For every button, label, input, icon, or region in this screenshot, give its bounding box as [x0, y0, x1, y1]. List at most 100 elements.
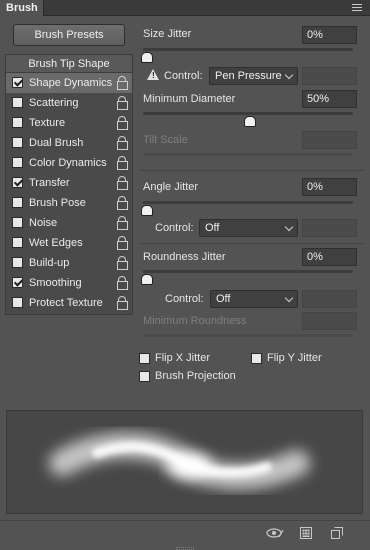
- lock-icon[interactable]: [117, 96, 128, 110]
- sidebar-item-dual-brush[interactable]: Dual Brush: [6, 133, 132, 153]
- new-preset-icon[interactable]: [331, 527, 343, 539]
- sidebar-item-label: Protect Texture: [29, 297, 103, 309]
- roundness-jitter-label: Roundness Jitter: [143, 251, 226, 263]
- tilt-scale-label: Tilt Scale: [143, 134, 188, 146]
- tilt-scale-field: [302, 131, 357, 149]
- sidebar-checkbox[interactable]: [12, 297, 23, 308]
- angle-control-value: Off: [205, 222, 220, 234]
- lock-icon[interactable]: [117, 236, 128, 250]
- min-roundness-label: Minimum Roundness: [143, 315, 247, 327]
- roundness-jitter-slider[interactable]: [143, 270, 353, 273]
- panel-footer: [0, 520, 370, 550]
- min-diameter-field[interactable]: 50%: [302, 90, 357, 108]
- grid-icon[interactable]: [300, 527, 312, 539]
- brush-presets-button[interactable]: Brush Presets: [13, 24, 125, 46]
- min-diameter-label: Minimum Diameter: [143, 93, 236, 105]
- sidebar-item-label: Scattering: [29, 97, 79, 109]
- min-roundness-slider: [143, 334, 353, 337]
- brush-stroke-preview: [6, 410, 363, 514]
- size-control-label: Control:: [164, 70, 203, 82]
- size-jitter-field[interactable]: 0%: [302, 26, 357, 44]
- lock-icon[interactable]: [117, 216, 128, 230]
- lock-icon[interactable]: [117, 276, 128, 290]
- divider: [140, 243, 364, 244]
- angle-control-select[interactable]: Off: [199, 219, 298, 237]
- lock-icon[interactable]: [117, 76, 128, 90]
- flip-y-label: Flip Y Jitter: [267, 352, 322, 364]
- sidebar-checkbox[interactable]: [12, 277, 23, 288]
- roundness-control-label: Control:: [165, 293, 204, 305]
- panel-title: Brush: [6, 2, 38, 14]
- flip-y-checkbox[interactable]: [251, 353, 262, 364]
- angle-control-extra-field: [302, 219, 357, 237]
- lock-icon[interactable]: [117, 176, 128, 190]
- roundness-control-value: Off: [216, 293, 231, 305]
- tilt-scale-slider: [143, 153, 353, 156]
- lock-icon[interactable]: [117, 156, 128, 170]
- panel-menu-icon[interactable]: [352, 4, 362, 12]
- sidebar-item-brush-tip-shape[interactable]: Brush Tip Shape: [6, 55, 132, 73]
- lock-icon[interactable]: [117, 296, 128, 310]
- lock-icon[interactable]: [117, 116, 128, 130]
- sidebar-checkbox[interactable]: [12, 97, 23, 108]
- sidebar-checkbox[interactable]: [12, 197, 23, 208]
- sidebar-item-label: Color Dynamics: [29, 157, 107, 169]
- roundness-control-select[interactable]: Off: [210, 290, 298, 308]
- sidebar-checkbox[interactable]: [12, 177, 23, 188]
- eye-toggle-icon[interactable]: [266, 527, 284, 539]
- sidebar-item-scattering[interactable]: Scattering: [6, 93, 132, 113]
- tab-brush[interactable]: Brush: [0, 0, 44, 16]
- size-control-select[interactable]: Pen Pressure: [209, 67, 298, 85]
- sidebar-checkbox[interactable]: [12, 257, 23, 268]
- sidebar-item-texture[interactable]: Texture: [6, 113, 132, 133]
- sidebar-item-shape-dynamics[interactable]: Shape Dynamics: [6, 73, 132, 93]
- sidebar-checkbox[interactable]: [12, 217, 23, 228]
- flip-x-label: Flip X Jitter: [155, 352, 211, 364]
- angle-jitter-field[interactable]: 0%: [302, 178, 357, 196]
- size-control-value: Pen Pressure: [215, 70, 282, 82]
- sidebar: Brush Tip Shape Shape Dynamics Scattering…: [5, 54, 133, 315]
- lock-icon[interactable]: [117, 196, 128, 210]
- sidebar-item-protect-texture[interactable]: Protect Texture: [6, 293, 132, 313]
- min-roundness-field: [302, 312, 357, 330]
- lock-icon[interactable]: [117, 256, 128, 270]
- sidebar-item-label: Brush Pose: [29, 197, 86, 209]
- lock-icon[interactable]: [117, 136, 128, 150]
- sidebar-checkbox[interactable]: [12, 77, 23, 88]
- sidebar-item-smoothing[interactable]: Smoothing: [6, 273, 132, 293]
- sidebar-item-wet-edges[interactable]: Wet Edges: [6, 233, 132, 253]
- sidebar-item-label: Texture: [29, 117, 66, 129]
- sidebar-item-build-up[interactable]: Build-up: [6, 253, 132, 273]
- size-jitter-slider[interactable]: [143, 48, 353, 51]
- chevron-down-icon: [284, 222, 294, 232]
- sidebar-item-label: Smoothing: [29, 277, 82, 289]
- chevron-down-icon: [284, 70, 294, 80]
- angle-control-label: Control:: [155, 222, 194, 234]
- sidebar-checkbox[interactable]: [12, 117, 23, 128]
- brush-projection-label: Brush Projection: [155, 370, 236, 382]
- divider: [140, 170, 364, 171]
- sidebar-checkbox[interactable]: [12, 137, 23, 148]
- sidebar-item-brush-pose[interactable]: Brush Pose: [6, 193, 132, 213]
- sidebar-list: Shape Dynamics Scattering Texture Dual Brus…: [6, 73, 132, 313]
- panel-titlebar: Brush: [0, 0, 370, 16]
- angle-jitter-label: Angle Jitter: [143, 181, 199, 193]
- sidebar-checkbox[interactable]: [12, 237, 23, 248]
- roundness-control-extra-field: [302, 290, 357, 308]
- sidebar-item-label: Shape Dynamics: [29, 77, 113, 89]
- size-control-extra-field: [302, 67, 357, 85]
- min-diameter-slider[interactable]: [143, 112, 353, 115]
- chevron-down-icon: [284, 293, 294, 303]
- sidebar-item-label: Transfer: [29, 177, 70, 189]
- sidebar-item-color-dynamics[interactable]: Color Dynamics: [6, 153, 132, 173]
- angle-jitter-slider[interactable]: [143, 201, 353, 204]
- roundness-jitter-field[interactable]: 0%: [302, 248, 357, 266]
- flip-x-checkbox[interactable]: [139, 353, 150, 364]
- brush-projection-checkbox[interactable]: [139, 371, 150, 382]
- sidebar-checkbox[interactable]: [12, 157, 23, 168]
- sidebar-item-label: Noise: [29, 217, 58, 229]
- size-jitter-label: Size Jitter: [143, 28, 192, 40]
- sidebar-item-transfer[interactable]: Transfer: [6, 173, 132, 193]
- sidebar-item-label: Build-up: [29, 257, 70, 269]
- sidebar-item-noise[interactable]: Noise: [6, 213, 132, 233]
